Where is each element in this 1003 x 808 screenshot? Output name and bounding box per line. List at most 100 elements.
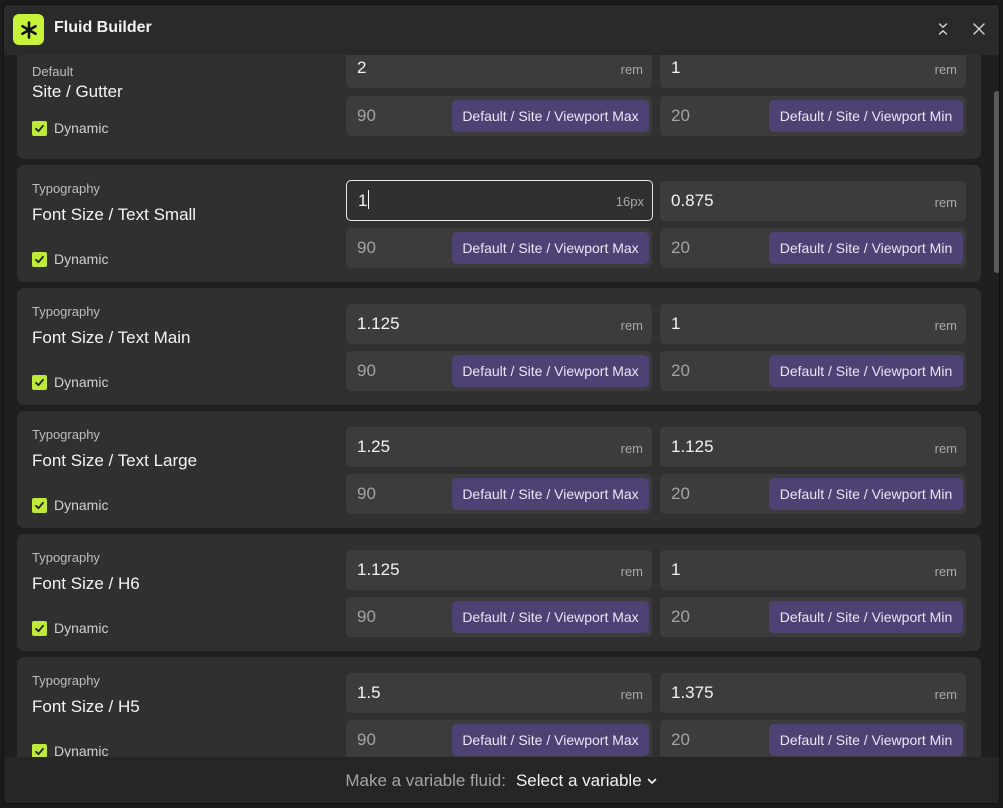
check-icon[interactable] — [32, 120, 47, 136]
max-size-input[interactable]: 1 16px — [346, 180, 653, 221]
dynamic-toggle[interactable]: Dynamic — [32, 743, 108, 757]
min-viewport-value: 20 — [671, 106, 690, 125]
check-icon[interactable] — [32, 497, 47, 513]
close-icon[interactable] — [967, 17, 991, 41]
variable-list[interactable]: Default Site / Gutter Dynamic 2 rem 1 re… — [4, 55, 999, 757]
min-size-unit: rem — [934, 441, 957, 456]
dynamic-toggle[interactable]: Dynamic — [32, 620, 108, 636]
chevron-down-icon — [647, 778, 656, 784]
dynamic-toggle[interactable]: Dynamic — [32, 497, 108, 513]
dynamic-label: Dynamic — [54, 251, 109, 267]
variable-select-dropdown[interactable]: Select a variable — [516, 771, 658, 791]
max-size-unit: 16px — [615, 194, 644, 209]
max-viewport-value: 90 — [357, 607, 376, 626]
max-viewport-variable-button[interactable]: Default / Site / Viewport Max — [452, 478, 649, 510]
max-size-input[interactable]: 1.5 rem — [346, 673, 652, 713]
scrollbar-thumb[interactable] — [994, 91, 999, 273]
min-size-input[interactable]: 1 rem — [660, 55, 966, 88]
max-size-unit: rem — [620, 687, 643, 702]
min-viewport-field[interactable]: 20 Default / Site / Viewport Min — [660, 96, 966, 136]
variable-name: Font Size / Text Small — [32, 205, 197, 224]
max-viewport-value: 90 — [357, 106, 376, 125]
variable-name: Site / Gutter — [32, 82, 123, 101]
max-size-value: 1.125 — [357, 314, 400, 333]
variable-card-h5: Typography Font Size / H5 Dynamic 1.5 re… — [17, 657, 981, 757]
max-viewport-field[interactable]: 90 Default / Site / Viewport Max — [346, 597, 652, 637]
dynamic-label: Dynamic — [54, 743, 109, 757]
max-viewport-value: 90 — [357, 361, 376, 380]
variable-category: Typography — [32, 673, 100, 688]
collapse-icon[interactable] — [931, 17, 955, 41]
min-size-value: 1 — [671, 560, 681, 579]
max-size-input[interactable]: 1.125 rem — [346, 550, 652, 590]
min-size-unit: rem — [934, 564, 957, 579]
min-viewport-variable-button[interactable]: Default / Site / Viewport Min — [769, 478, 963, 510]
dynamic-toggle[interactable]: Dynamic — [32, 251, 108, 267]
min-viewport-field[interactable]: 20 Default / Site / Viewport Min — [660, 351, 966, 391]
max-size-input[interactable]: 2 rem — [346, 55, 652, 88]
min-viewport-field[interactable]: 20 Default / Site / Viewport Min — [660, 720, 966, 757]
max-viewport-variable-button[interactable]: Default / Site / Viewport Max — [452, 724, 649, 756]
max-size-input[interactable]: 1.125 rem — [346, 304, 652, 344]
check-icon[interactable] — [32, 251, 47, 267]
max-viewport-variable-button[interactable]: Default / Site / Viewport Max — [452, 100, 649, 132]
max-viewport-variable-button[interactable]: Default / Site / Viewport Max — [452, 232, 649, 264]
min-viewport-variable-button[interactable]: Default / Site / Viewport Min — [769, 601, 963, 633]
min-viewport-variable-button[interactable]: Default / Site / Viewport Min — [769, 100, 963, 132]
variable-category: Typography — [32, 181, 100, 196]
min-viewport-field[interactable]: 20 Default / Site / Viewport Min — [660, 228, 966, 268]
max-size-value: 1.5 — [357, 683, 381, 702]
min-size-value: 1 — [671, 314, 681, 333]
min-size-input[interactable]: 1 rem — [660, 550, 966, 590]
max-viewport-value: 90 — [357, 238, 376, 257]
text-caret — [368, 190, 370, 209]
max-viewport-field[interactable]: 90 Default / Site / Viewport Max — [346, 351, 652, 391]
min-viewport-field[interactable]: 20 Default / Site / Viewport Min — [660, 597, 966, 637]
max-viewport-field[interactable]: 90 Default / Site / Viewport Max — [346, 228, 652, 268]
max-size-value: 1 — [358, 190, 370, 210]
check-icon[interactable] — [32, 620, 47, 636]
min-size-unit: rem — [934, 318, 957, 333]
min-viewport-value: 20 — [671, 361, 690, 380]
variable-category: Typography — [32, 427, 100, 442]
min-size-unit: rem — [934, 62, 957, 77]
max-viewport-variable-button[interactable]: Default / Site / Viewport Max — [452, 355, 649, 387]
variable-card-text-main: Typography Font Size / Text Main Dynamic… — [17, 288, 981, 405]
min-size-input[interactable]: 1 rem — [660, 304, 966, 344]
fluid-builder-window: Fluid Builder Default Site / Gutter Dyna… — [3, 4, 1000, 804]
max-viewport-value: 90 — [357, 484, 376, 503]
max-viewport-variable-button[interactable]: Default / Site / Viewport Max — [452, 601, 649, 633]
min-size-unit: rem — [934, 687, 957, 702]
variable-select-value: Select a variable — [515, 771, 642, 790]
max-size-input[interactable]: 1.25 rem — [346, 427, 652, 467]
max-size-unit: rem — [620, 62, 643, 77]
min-viewport-value: 20 — [671, 730, 690, 749]
check-icon[interactable] — [32, 374, 47, 390]
min-size-value: 0.875 — [671, 191, 714, 210]
window-title: Fluid Builder — [54, 19, 152, 36]
dynamic-toggle[interactable]: Dynamic — [32, 120, 108, 136]
max-viewport-field[interactable]: 90 Default / Site / Viewport Max — [346, 96, 652, 136]
variable-category: Default — [32, 64, 74, 79]
dynamic-label: Dynamic — [54, 120, 109, 136]
dynamic-label: Dynamic — [54, 497, 109, 513]
variable-card-text-small: Typography Font Size / Text Small Dynami… — [17, 165, 981, 282]
max-viewport-field[interactable]: 90 Default / Site / Viewport Max — [346, 720, 652, 757]
min-size-input[interactable]: 1.375 rem — [660, 673, 966, 713]
min-viewport-value: 20 — [671, 607, 690, 626]
variable-name: Font Size / Text Large — [32, 451, 198, 470]
max-viewport-field[interactable]: 90 Default / Site / Viewport Max — [346, 474, 652, 514]
variable-name: Font Size / H6 — [32, 574, 140, 593]
min-viewport-variable-button[interactable]: Default / Site / Viewport Min — [769, 724, 963, 756]
check-icon[interactable] — [32, 743, 47, 757]
min-viewport-variable-button[interactable]: Default / Site / Viewport Min — [769, 232, 963, 264]
variable-category: Typography — [32, 304, 100, 319]
min-viewport-field[interactable]: 20 Default / Site / Viewport Min — [660, 474, 966, 514]
min-viewport-value: 20 — [671, 484, 690, 503]
min-viewport-variable-button[interactable]: Default / Site / Viewport Min — [769, 355, 963, 387]
max-size-unit: rem — [620, 441, 643, 456]
min-size-value: 1.125 — [671, 437, 714, 456]
min-size-input[interactable]: 0.875 rem — [660, 181, 966, 221]
dynamic-toggle[interactable]: Dynamic — [32, 374, 108, 390]
min-size-input[interactable]: 1.125 rem — [660, 427, 966, 467]
